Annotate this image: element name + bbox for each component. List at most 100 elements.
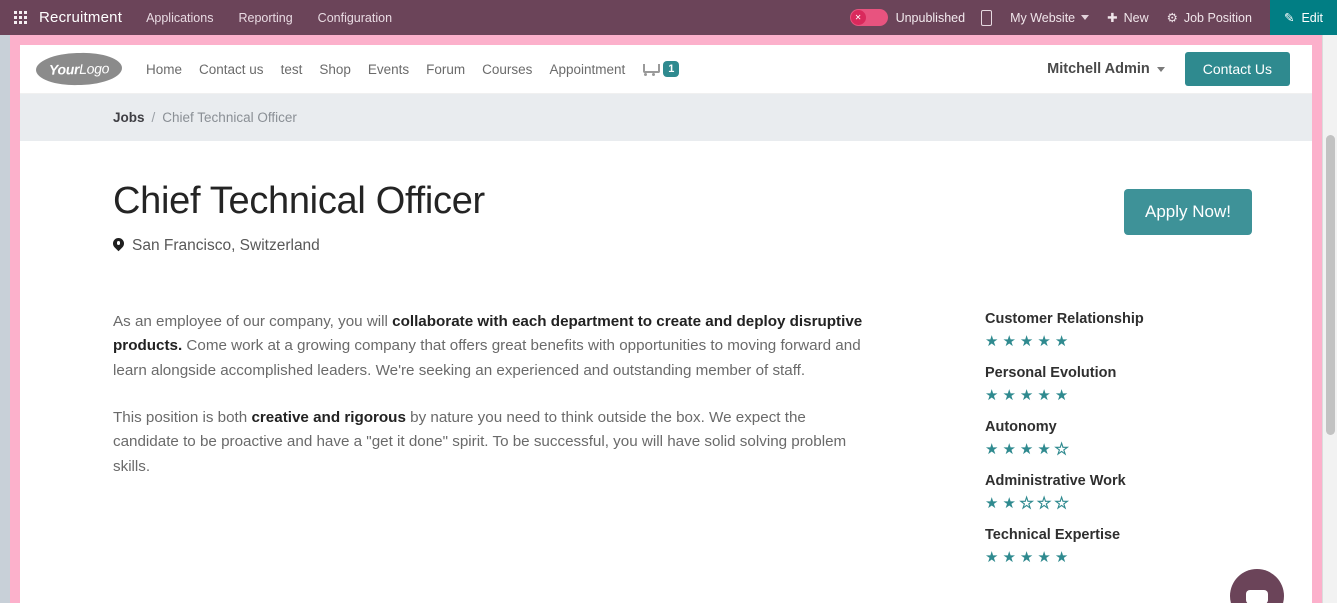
page-scrollbar[interactable] bbox=[1322, 35, 1337, 603]
star-filled-icon: ★ bbox=[1002, 494, 1016, 512]
job-paragraph-1: As an employee of our company, you will … bbox=[113, 310, 875, 384]
website-preview: YourLogo Home Contact us test Shop Event… bbox=[20, 45, 1312, 603]
skill-item: Administrative Work ★ ★ ★ ★ ★ bbox=[985, 472, 1144, 512]
star-filled-icon: ★ bbox=[1054, 332, 1069, 350]
menu-reporting[interactable]: Reporting bbox=[238, 11, 292, 25]
edit-button-label: Edit bbox=[1301, 10, 1323, 25]
website-nav: Home Contact us test Shop Events Forum C… bbox=[146, 62, 625, 77]
nav-item-courses[interactable]: Courses bbox=[482, 62, 532, 77]
job-position-label: Job Position bbox=[1183, 10, 1252, 25]
star-filled-icon: ★ bbox=[1054, 386, 1069, 404]
logo-text-logo: Logo bbox=[78, 60, 110, 77]
star-filled-icon: ★ bbox=[1002, 548, 1016, 566]
star-filled-icon: ★ bbox=[985, 494, 999, 512]
star-filled-icon: ★ bbox=[1019, 332, 1034, 350]
job-content-columns: As an employee of our company, you will … bbox=[113, 310, 1252, 581]
skill-label: Customer Relationship bbox=[985, 310, 1144, 327]
website-selector-label: My Website bbox=[1010, 10, 1076, 25]
paragraph-2-bold: creative and rigorous bbox=[251, 408, 406, 426]
star-filled-icon: ★ bbox=[1019, 440, 1034, 458]
nav-item-events[interactable]: Events bbox=[368, 62, 409, 77]
job-header: Chief Technical Officer San Francisco, S… bbox=[113, 180, 1252, 255]
map-pin-icon bbox=[113, 238, 124, 253]
contact-us-button[interactable]: Contact Us bbox=[1184, 52, 1290, 86]
breadcrumb-jobs-link[interactable]: Jobs bbox=[113, 110, 145, 125]
nav-item-test[interactable]: test bbox=[281, 62, 303, 77]
site-logo[interactable]: YourLogo bbox=[35, 51, 123, 87]
skill-label: Technical Expertise bbox=[985, 526, 1121, 543]
breadcrumb-separator: / bbox=[151, 110, 156, 125]
website-header-right: Mitchell Admin Contact Us bbox=[1047, 52, 1290, 86]
nav-item-shop[interactable]: Shop bbox=[319, 62, 351, 77]
star-filled-icon: ★ bbox=[1019, 548, 1034, 566]
backend-menu: Applications Reporting Configuration bbox=[146, 11, 392, 25]
user-name: Mitchell Admin bbox=[1047, 61, 1150, 77]
breadcrumb: Jobs / Chief Technical Officer bbox=[20, 94, 1312, 141]
skill-rating-stars: ★ ★ ★ ★ ★ bbox=[985, 494, 1144, 512]
shopping-cart-icon bbox=[643, 62, 661, 76]
user-menu[interactable]: Mitchell Admin bbox=[1047, 61, 1165, 77]
mobile-icon[interactable] bbox=[981, 9, 993, 26]
cart-button[interactable]: 1 bbox=[643, 61, 680, 77]
current-app-name[interactable]: Recruitment bbox=[39, 9, 122, 26]
star-filled-icon: ★ bbox=[1037, 548, 1051, 566]
publish-toggle[interactable]: Unpublished bbox=[849, 9, 966, 26]
apps-grid-icon[interactable] bbox=[14, 11, 27, 24]
star-filled-icon: ★ bbox=[1002, 386, 1016, 404]
breadcrumb-current: Chief Technical Officer bbox=[162, 110, 297, 125]
star-filled-icon: ★ bbox=[1037, 440, 1051, 458]
new-button-label: New bbox=[1123, 10, 1149, 25]
skill-item: Personal Evolution ★ ★ ★ ★ ★ bbox=[985, 365, 1144, 403]
job-description: As an employee of our company, you will … bbox=[113, 310, 875, 581]
chevron-down-icon bbox=[1081, 15, 1090, 20]
edit-button[interactable]: ✎ Edit bbox=[1269, 0, 1337, 35]
nav-item-forum[interactable]: Forum bbox=[426, 62, 465, 77]
job-paragraph-2: This position is both creative and rigor… bbox=[113, 406, 875, 480]
menu-configuration[interactable]: Configuration bbox=[318, 11, 392, 25]
odoo-backend-topbar: Recruitment Applications Reporting Confi… bbox=[0, 0, 1337, 35]
star-filled-icon: ★ bbox=[1037, 386, 1051, 404]
job-detail: Chief Technical Officer San Francisco, S… bbox=[20, 141, 1312, 581]
menu-applications[interactable]: Applications bbox=[146, 11, 213, 25]
logo-text-your: Your bbox=[48, 60, 80, 78]
job-position-button[interactable]: ⚙ Job Position bbox=[1166, 10, 1252, 26]
star-filled-icon: ★ bbox=[1002, 332, 1016, 350]
star-empty-icon: ★ bbox=[1019, 494, 1034, 512]
star-filled-icon: ★ bbox=[1037, 332, 1051, 350]
publish-state-label: Unpublished bbox=[895, 10, 966, 25]
skill-item: Technical Expertise ★ ★ ★ ★ ★ bbox=[985, 527, 1144, 565]
new-button[interactable]: ✚ New bbox=[1107, 10, 1149, 26]
job-location-text: San Francisco, Switzerland bbox=[132, 236, 320, 254]
nav-item-home[interactable]: Home bbox=[146, 62, 182, 77]
skill-label: Autonomy bbox=[985, 418, 1057, 435]
cart-count-badge: 1 bbox=[663, 61, 680, 77]
scrollbar-thumb[interactable] bbox=[1326, 135, 1335, 435]
paragraph-1-tail: Come work at a growing company that offe… bbox=[113, 337, 861, 380]
gear-icon: ⚙ bbox=[1166, 11, 1178, 25]
star-filled-icon: ★ bbox=[985, 332, 999, 350]
star-filled-icon: ★ bbox=[1002, 440, 1016, 458]
job-title-block: Chief Technical Officer San Francisco, S… bbox=[113, 180, 485, 255]
nav-item-contact-us[interactable]: Contact us bbox=[199, 62, 264, 77]
skill-label: Personal Evolution bbox=[985, 364, 1117, 381]
star-filled-icon: ★ bbox=[985, 440, 999, 458]
skill-rating-stars: ★ ★ ★ ★ ★ bbox=[985, 550, 1144, 565]
paragraph-1-lead: As an employee of our company, you will bbox=[113, 312, 393, 330]
website-selector[interactable]: My Website bbox=[1010, 10, 1090, 25]
paragraph-2-lead: This position is both bbox=[113, 408, 252, 426]
skill-label: Administrative Work bbox=[985, 472, 1126, 489]
page-title: Chief Technical Officer bbox=[113, 180, 485, 222]
apply-now-button[interactable]: Apply Now! bbox=[1124, 189, 1252, 235]
backend-topbar-right: Unpublished My Website ✚ New ⚙ Job Posit… bbox=[849, 0, 1337, 35]
close-circle-icon[interactable] bbox=[849, 9, 888, 26]
nav-item-appointment[interactable]: Appointment bbox=[549, 62, 625, 77]
star-empty-icon: ★ bbox=[1054, 440, 1069, 458]
website-header: YourLogo Home Contact us test Shop Event… bbox=[20, 45, 1312, 94]
pencil-icon: ✎ bbox=[1283, 11, 1295, 25]
star-empty-icon: ★ bbox=[1037, 494, 1052, 512]
skill-rating-stars: ★ ★ ★ ★ ★ bbox=[985, 440, 1144, 458]
skills-panel: Customer Relationship ★ ★ ★ ★ ★ Personal Evo… bbox=[985, 310, 1144, 581]
skill-rating-stars: ★ ★ ★ ★ ★ bbox=[985, 388, 1144, 403]
chevron-down-icon bbox=[1156, 66, 1165, 72]
star-filled-icon: ★ bbox=[1019, 386, 1034, 404]
